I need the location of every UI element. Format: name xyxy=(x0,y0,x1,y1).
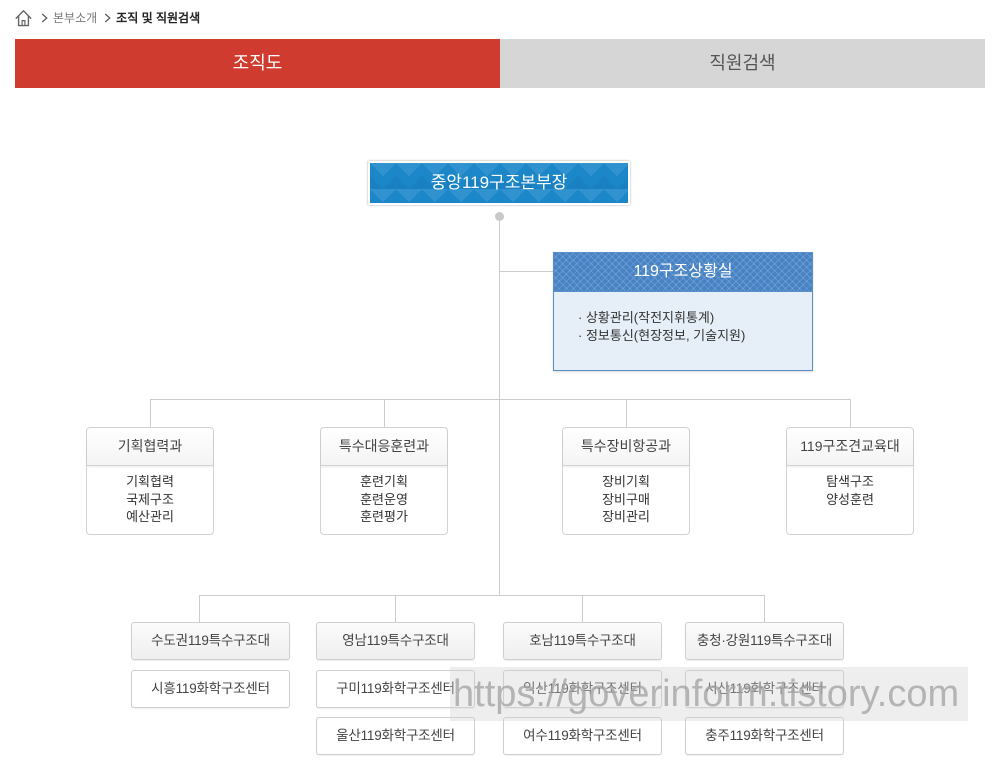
situation-room-duty-list: · 상황관리(작전지휘통계) · 정보통신(현장정보, 기술지원) xyxy=(554,292,812,345)
center-iksan[interactable]: 익산119화학구조센터 xyxy=(503,670,662,708)
department-duty-list: 장비기획 장비구매 장비관리 xyxy=(563,466,689,526)
org-chart: 중앙119구조본부장 119구조상황실 · 상황관리(작전지휘통계) · 정보통… xyxy=(0,100,1008,762)
department-duty-list: 탐색구조 양성훈련 xyxy=(787,466,913,508)
breadcrumb-item-about[interactable]: 본부소개 xyxy=(53,9,97,26)
breadcrumb-item-current: 조직 및 직원검색 xyxy=(116,11,201,25)
dept-rescue-dog-training: 119구조견교육대 탐색구조 양성훈련 xyxy=(786,427,914,535)
chevron-right-icon xyxy=(104,13,111,23)
tab-bar: 조직도 직원검색 xyxy=(15,39,985,88)
connector-line xyxy=(626,399,627,427)
unit-honam[interactable]: 호남119특수구조대 xyxy=(503,622,662,660)
tab-org-chart[interactable]: 조직도 xyxy=(15,39,500,88)
department-duty-item: 장비기획 xyxy=(602,474,650,489)
connector-line xyxy=(582,595,583,622)
connector-line xyxy=(500,271,553,272)
center-siheung[interactable]: 시흥119화학구조센터 xyxy=(131,670,290,708)
unit-capital-region[interactable]: 수도권119특수구조대 xyxy=(131,622,290,660)
center-gumi[interactable]: 구미119화학구조센터 xyxy=(316,670,475,708)
connector-line xyxy=(150,399,151,427)
tab-staff-search[interactable]: 직원검색 xyxy=(500,39,985,88)
connector-line xyxy=(150,399,851,400)
department-duty-item: 장비관리 xyxy=(602,509,650,524)
center-chungju[interactable]: 충주119화학구조센터 xyxy=(685,717,844,755)
center-yeosu[interactable]: 여수119화학구조센터 xyxy=(503,717,662,755)
unit-chungcheong-gangwon[interactable]: 충청·강원119특수구조대 xyxy=(685,622,844,660)
department-duty-item: 예산관리 xyxy=(126,509,174,524)
department-name[interactable]: 119구조견교육대 xyxy=(787,428,913,466)
unit-yeongnam[interactable]: 영남119특수구조대 xyxy=(316,622,475,660)
situation-room-box: 119구조상황실 · 상황관리(작전지휘통계) · 정보통신(현장정보, 기술지… xyxy=(553,252,813,371)
home-icon[interactable] xyxy=(15,9,32,27)
department-duty-item: 훈련운영 xyxy=(360,491,408,507)
center-seosan[interactable]: 서산119화학구조센터 xyxy=(685,670,844,708)
situation-room-title: 119구조상황실 xyxy=(554,253,812,292)
department-duty-item: 훈련평가 xyxy=(360,509,408,524)
connector-line xyxy=(850,399,851,427)
department-duty-list: 훈련기획 훈련운영 훈련평가 xyxy=(321,466,447,526)
department-duty-item: 국제구조 xyxy=(126,491,174,507)
connector-line xyxy=(499,220,500,595)
department-duty-item: 장비구매 xyxy=(602,491,650,507)
connector-line xyxy=(199,595,200,622)
department-name[interactable]: 특수대응훈련과 xyxy=(321,428,447,466)
connector-line xyxy=(395,595,396,622)
department-name[interactable]: 기획협력과 xyxy=(87,428,213,466)
department-duty-item: 탐색구조 xyxy=(826,474,874,489)
connector-line xyxy=(384,399,385,427)
situation-room-duty-item: · 정보통신(현장정보, 기술지원) xyxy=(578,328,746,343)
department-duty-item: 기획협력 xyxy=(126,474,174,489)
situation-room-duty-item: · 상황관리(작전지휘통계) xyxy=(578,310,715,325)
department-duty-item: 훈련기획 xyxy=(360,474,408,489)
department-name[interactable]: 특수장비항공과 xyxy=(563,428,689,466)
dept-special-response-training: 특수대응훈련과 훈련기획 훈련운영 훈련평가 xyxy=(320,427,448,535)
department-duty-item: 양성훈련 xyxy=(826,491,874,507)
center-ulsan[interactable]: 울산119화학구조센터 xyxy=(316,717,475,755)
dept-special-equipment-aviation: 특수장비항공과 장비기획 장비구매 장비관리 xyxy=(562,427,690,535)
connector-line xyxy=(764,595,765,622)
department-duty-list: 기획협력 국제구조 예산관리 xyxy=(87,466,213,526)
breadcrumb: 본부소개 조직 및 직원검색 xyxy=(15,8,200,27)
page: 본부소개 조직 및 직원검색 조직도 직원검색 중앙119구조본부장 119구조… xyxy=(0,0,1008,762)
headquarters-chief-box: 중앙119구조본부장 xyxy=(368,161,630,205)
chevron-right-icon xyxy=(41,13,48,23)
dept-planning-cooperation: 기획협력과 기획협력 국제구조 예산관리 xyxy=(86,427,214,535)
connector-line xyxy=(199,595,765,596)
